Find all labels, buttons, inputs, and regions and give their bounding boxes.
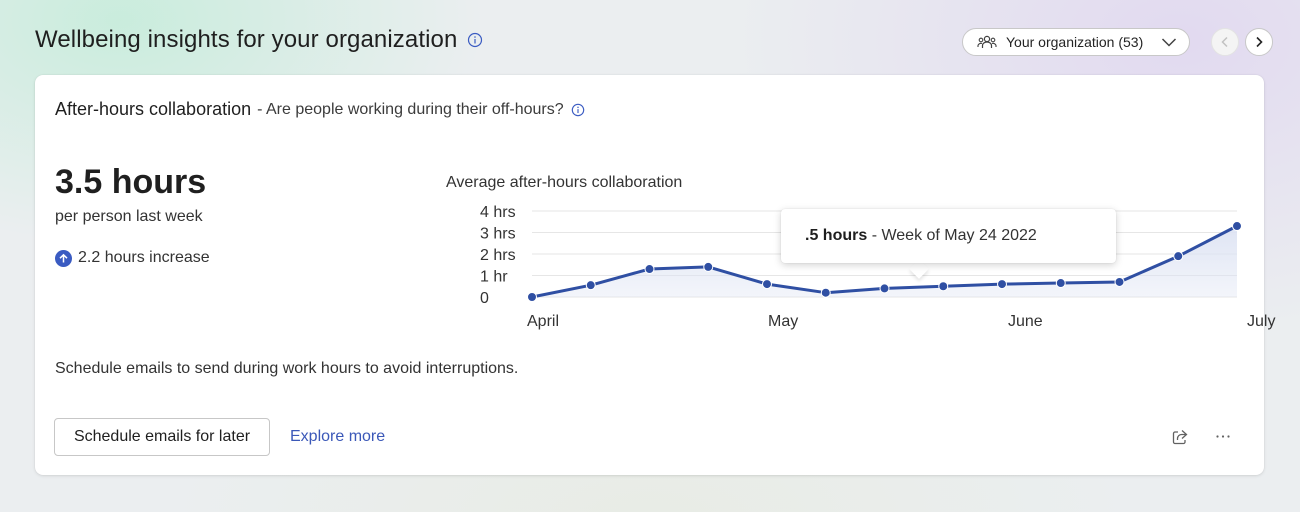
card-title: After-hours collaboration [55, 99, 252, 119]
y-tick-label: 0 [480, 290, 489, 307]
data-point [1114, 276, 1125, 287]
metric-caption: per person last week [55, 208, 203, 225]
schedule-emails-button[interactable]: Schedule emails for later [54, 418, 270, 456]
change-text: 2.2 hours increase [78, 249, 210, 266]
info-icon[interactable] [571, 103, 585, 117]
card-heading: After-hours collaboration - Are people w… [55, 99, 585, 120]
y-tick-label: 2 hrs [480, 247, 516, 264]
explore-more-link[interactable]: Explore more [290, 428, 385, 446]
x-tick-label: May [768, 313, 798, 330]
next-button[interactable] [1245, 28, 1273, 56]
highlighted-data-point [938, 281, 949, 292]
data-point [820, 287, 831, 298]
data-point [585, 280, 596, 291]
data-point [1055, 278, 1066, 289]
chevron-left-icon [1220, 36, 1230, 48]
insight-card: After-hours collaboration - Are people w… [35, 75, 1275, 475]
up-arrow-icon [55, 249, 72, 267]
data-point [1173, 251, 1184, 262]
chart-tooltip: .5 hours - Week of May 24 2022 [781, 209, 1116, 263]
data-point [1232, 221, 1242, 232]
data-point [762, 279, 772, 290]
data-point [997, 279, 1007, 290]
change-indicator: 2.2 hours increase [55, 249, 210, 267]
people-group-icon [977, 34, 997, 50]
y-tick-label: 4 hrs [480, 204, 516, 221]
metric-value: 3.5 hours [55, 163, 207, 201]
tooltip-label: - Week of May 24 2022 [871, 227, 1037, 244]
x-tick-label: June [1008, 313, 1043, 330]
data-point [879, 283, 890, 294]
data-point [644, 264, 655, 275]
tooltip-value: .5 hours [805, 227, 868, 244]
x-tick-label: April [527, 313, 559, 330]
organization-dropdown-label: Your organization (53) [1006, 34, 1144, 50]
share-icon[interactable] [1171, 428, 1189, 446]
page-title-text: Wellbeing insights for your organization [35, 26, 458, 53]
y-tick-label: 1 hr [480, 269, 508, 286]
data-point [527, 292, 537, 302]
organization-dropdown[interactable]: Your organization (53) [962, 28, 1190, 56]
card-subtitle: - Are people working during their off-ho… [257, 100, 564, 118]
recommendation-text: Schedule emails to send during work hour… [55, 360, 519, 377]
chevron-right-icon [1254, 36, 1264, 48]
y-tick-label: 3 hrs [480, 226, 516, 243]
x-tick-label: July [1247, 313, 1275, 330]
data-point [703, 261, 714, 272]
chevron-down-icon [1161, 36, 1177, 48]
previous-button[interactable] [1211, 28, 1239, 56]
more-options-icon[interactable] [1214, 427, 1232, 445]
page-title: Wellbeing insights for your organization [35, 26, 483, 54]
info-icon[interactable] [467, 32, 483, 48]
